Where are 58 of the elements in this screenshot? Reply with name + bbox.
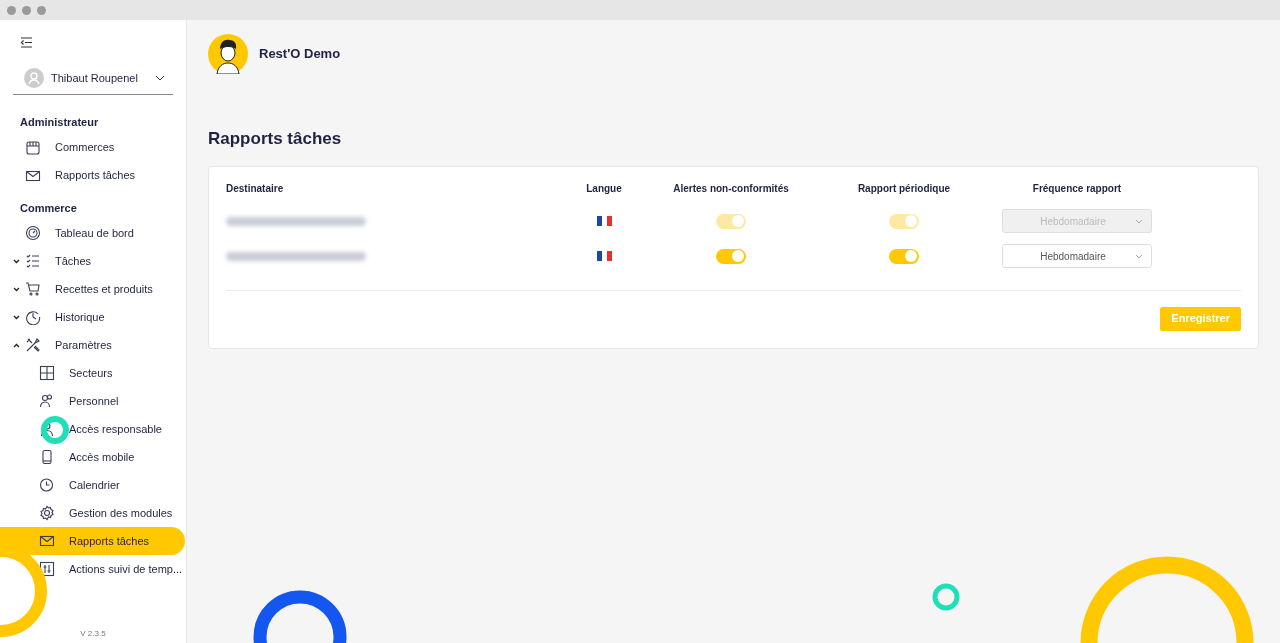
column-header: Langue xyxy=(585,181,623,196)
clock-icon xyxy=(25,309,41,325)
chevron-down-icon xyxy=(1135,218,1143,224)
clock-icon xyxy=(39,477,55,493)
avatar-icon xyxy=(208,34,248,74)
sidebar-item[interactable]: Accès mobile xyxy=(0,443,186,471)
person-icon xyxy=(39,421,55,437)
ring-decoration xyxy=(931,582,961,612)
french-flag-icon xyxy=(596,251,612,261)
column-header: Destinataire xyxy=(226,181,285,196)
settings-icon xyxy=(39,505,55,521)
grid-icon xyxy=(39,365,55,381)
chevron-down-icon xyxy=(155,75,165,81)
section-title: Commerce xyxy=(19,200,78,216)
sidebar-item[interactable]: Accès responsable xyxy=(0,415,186,443)
sidebar-item[interactable]: Gestion des modules xyxy=(0,499,186,527)
sidebar-item[interactable]: Rapports tâches xyxy=(0,527,185,555)
envelope-icon xyxy=(39,533,55,549)
column-header: Rapport périodique xyxy=(856,181,952,196)
sidebar-item[interactable]: Calendrier xyxy=(0,471,186,499)
chevron-down-icon xyxy=(13,286,20,292)
sidebar-item[interactable]: Tableau de bord xyxy=(0,219,186,247)
frequency-select[interactable]: Hebdomadaire xyxy=(1002,244,1152,268)
user-name: Thibaut Roupenel xyxy=(51,70,139,86)
section-title: Administrateur xyxy=(19,115,100,130)
people-icon xyxy=(39,393,55,409)
chevron-down-icon xyxy=(13,258,20,264)
toggle-switch[interactable] xyxy=(716,248,746,264)
checklist-icon xyxy=(25,253,41,269)
sidebar-item[interactable]: Recettes et produits xyxy=(0,275,186,303)
sidebar-item[interactable]: Tâches xyxy=(0,247,186,275)
user-avatar-icon xyxy=(24,68,44,88)
gauge-icon xyxy=(25,225,41,241)
toggle-switch[interactable] xyxy=(889,248,919,264)
tools-icon xyxy=(25,337,41,353)
sidebar-item[interactable]: Secteurs xyxy=(0,359,186,387)
version-label: V 2.3.5 xyxy=(79,628,107,640)
column-header: Alertes non-conformités xyxy=(672,181,790,196)
french-flag-icon xyxy=(596,216,612,226)
collapse-menu-icon[interactable] xyxy=(20,37,33,48)
store-name: Rest'O Demo xyxy=(259,45,341,64)
user-dropdown[interactable]: Thibaut Roupenel xyxy=(13,68,173,95)
sidebar-item[interactable]: Historique xyxy=(0,303,186,331)
chevron-down-icon xyxy=(1135,253,1143,259)
column-header: Fréquence rapport xyxy=(1031,181,1123,196)
storefront-icon xyxy=(25,139,41,156)
chevron-down-icon xyxy=(13,314,20,320)
phone-icon xyxy=(39,449,55,465)
ring-decoration xyxy=(40,415,70,445)
sidebar-item[interactable]: Actions suivi de temp... xyxy=(0,555,186,583)
sidebar-item[interactable]: Paramètres xyxy=(0,331,186,359)
sidebar-item[interactable]: Rapports tâches xyxy=(0,161,186,190)
chevron-up-icon xyxy=(13,342,20,348)
page-title: Rapports tâches xyxy=(208,128,343,150)
cart-icon xyxy=(25,281,41,297)
sidebar-item[interactable]: Commerces xyxy=(0,133,186,162)
sidebar-item[interactable]: Personnel xyxy=(0,387,186,415)
sliders-icon xyxy=(39,561,55,577)
